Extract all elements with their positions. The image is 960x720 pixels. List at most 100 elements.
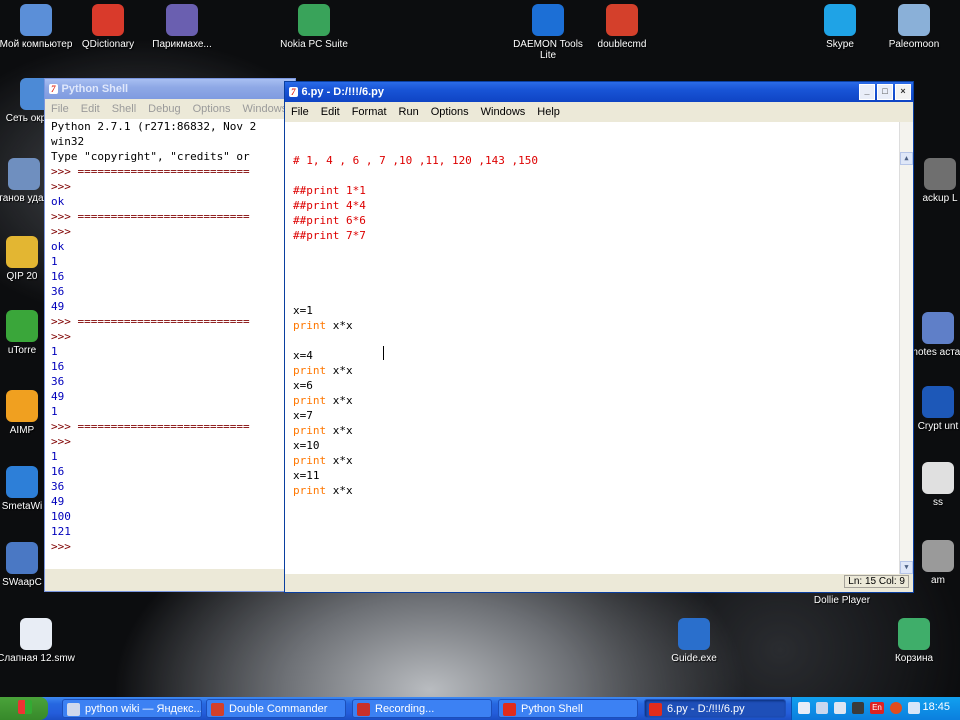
aimp-icon — [6, 390, 38, 422]
skype-icon — [824, 4, 856, 36]
taskbar-button-label: Double Commander — [229, 703, 328, 715]
close-button[interactable]: × — [895, 84, 911, 100]
code-token: x*x — [326, 394, 353, 407]
guide-icon — [678, 618, 710, 650]
desktop-icon[interactable]: Guide.exe — [652, 618, 736, 664]
utorrent-icon — [6, 310, 38, 342]
taskbar: python wiki — Яндекс... Double Commander R… — [0, 697, 960, 720]
shell-line: >>> ========================== — [51, 315, 250, 328]
shell-line: 16 — [51, 360, 65, 373]
shell-line: 36 — [51, 480, 65, 493]
maximize-button[interactable]: □ — [877, 84, 893, 100]
shell-line: >>> — [51, 180, 78, 193]
start-button[interactable] — [0, 697, 48, 720]
python-shell-output[interactable]: Python 2.7.1 (r271:86832, Nov 2 win32 Type… — [45, 119, 295, 569]
desktop-icon-label: Skype — [826, 39, 854, 50]
shell-line: ok — [51, 195, 65, 208]
code-line: print x*x — [293, 483, 913, 498]
code-line: x=6 — [293, 378, 913, 393]
desktop-icon[interactable]: Skype — [798, 4, 882, 50]
desktop-icon-label: doublecmd — [597, 39, 647, 50]
volume-icon[interactable] — [908, 702, 920, 714]
code-line: print x*x — [293, 423, 913, 438]
code-token: x*x — [326, 454, 353, 467]
nokia-icon — [298, 4, 330, 36]
my-computer-icon — [20, 4, 52, 36]
scroll-up-arrow-icon[interactable]: ▲ — [900, 152, 913, 165]
code-line: x=11 — [293, 468, 913, 483]
shell-line: ok — [51, 240, 65, 253]
desktop-icon[interactable]: QDictionary — [66, 4, 150, 50]
editor-menu-file[interactable]: File — [285, 106, 315, 118]
clock[interactable]: 18:45 — [922, 701, 950, 713]
taskbar-button[interactable]: 6.py - D:/!!!/6.py — [644, 699, 786, 718]
shell-line: 49 — [51, 495, 65, 508]
taskbar-button-label: Python Shell — [521, 703, 583, 715]
code-token: ##print 1*1 — [293, 184, 366, 197]
editor-menu-edit[interactable]: Edit — [315, 106, 346, 118]
language-indicator[interactable]: En — [870, 702, 884, 714]
qdictionary-icon — [92, 4, 124, 36]
code-line: ##print 1*1 — [293, 183, 913, 198]
taskbar-button[interactable]: Python Shell — [498, 699, 638, 718]
editor-title: 6.py - D:/!!!/6.py — [301, 86, 385, 98]
editor-menu-help[interactable]: Help — [531, 106, 566, 118]
tray-app-icon[interactable] — [890, 702, 902, 714]
shell-menu-edit[interactable]: Edit — [75, 103, 106, 115]
minimize-button[interactable]: _ — [859, 84, 875, 100]
desktop-icon-label: Nokia PC Suite — [280, 39, 348, 50]
desktop-icon[interactable]: Слапная 12.smw — [0, 618, 78, 664]
code-line: print x*x — [293, 393, 913, 408]
desktop-icon[interactable]: Nokia PC Suite — [272, 4, 356, 50]
taskbar-button[interactable]: Recording... — [352, 699, 492, 718]
code-line: ##print 7*7 — [293, 228, 913, 243]
taskbar-button[interactable]: Double Commander — [206, 699, 346, 718]
shell-line: 49 — [51, 300, 65, 313]
editor-titlebar[interactable]: 7 6.py - D:/!!!/6.py _ □ × — [285, 82, 913, 102]
shell-line: >>> — [51, 225, 78, 238]
desktop-icon[interactable]: Paleomoon — [872, 4, 956, 50]
editor-menu-options[interactable]: Options — [425, 106, 475, 118]
editor-menu-run[interactable]: Run — [393, 106, 425, 118]
code-token: x*x — [326, 484, 353, 497]
editor-text-area[interactable]: # 1, 4 , 6 , 7 ,10 ,11, 120 ,143 ,150 ##p… — [285, 122, 913, 574]
code-token: x=4 — [293, 349, 313, 362]
shell-line: >>> ========================== — [51, 165, 250, 178]
tray-app-icon[interactable] — [798, 702, 810, 714]
scissors-icon — [166, 4, 198, 36]
shell-menu-debug[interactable]: Debug — [142, 103, 186, 115]
desktop-icon[interactable]: DAEMON Tools Lite — [506, 4, 590, 61]
code-keyword: print — [293, 364, 327, 377]
tray-app-icon[interactable] — [834, 702, 846, 714]
python-shell-window[interactable]: 7 Python Shell File Edit Shell Debug Options… — [44, 78, 307, 592]
desktop-icon[interactable]: Парикмахе... — [140, 4, 224, 50]
editor-menu-windows[interactable]: Windows — [475, 106, 532, 118]
shell-menu-options[interactable]: Options — [187, 103, 237, 115]
shell-menu-shell[interactable]: Shell — [106, 103, 142, 115]
shell-menu-file[interactable]: File — [45, 103, 75, 115]
doublecmd-icon — [606, 4, 638, 36]
scroll-down-arrow-icon[interactable]: ▼ — [900, 561, 913, 574]
shell-line: 16 — [51, 465, 65, 478]
desktop-icon[interactable]: Корзина — [872, 618, 956, 664]
editor-menu-format[interactable]: Format — [346, 106, 393, 118]
windows-logo-icon — [18, 700, 32, 714]
file-icon — [922, 462, 954, 494]
tray-app-icon[interactable] — [852, 702, 864, 714]
shell-line: Type "copyright", "credits" or — [51, 150, 250, 163]
crypt-icon — [922, 386, 954, 418]
editor-window[interactable]: 7 6.py - D:/!!!/6.py _ □ × File Edit Forma… — [284, 81, 914, 593]
code-token: x=11 — [293, 469, 320, 482]
webcam-icon — [922, 540, 954, 572]
desktop-icon-label: Dollie Player — [813, 595, 871, 606]
tray-app-icon[interactable] — [816, 702, 828, 714]
editor-menubar: File Edit Format Run Options Windows Help — [285, 102, 913, 122]
desktop-icon[interactable]: doublecmd — [580, 4, 664, 50]
taskbar-button[interactable]: python wiki — Яндекс... — [62, 699, 202, 718]
text-cursor-icon — [383, 346, 386, 360]
idle-logo-icon: 7 — [49, 84, 58, 94]
python-shell-titlebar[interactable]: 7 Python Shell — [45, 79, 295, 99]
taskbar-button-label: Recording... — [375, 703, 435, 715]
editor-vertical-scrollbar[interactable]: ▲ ▼ — [899, 122, 913, 574]
